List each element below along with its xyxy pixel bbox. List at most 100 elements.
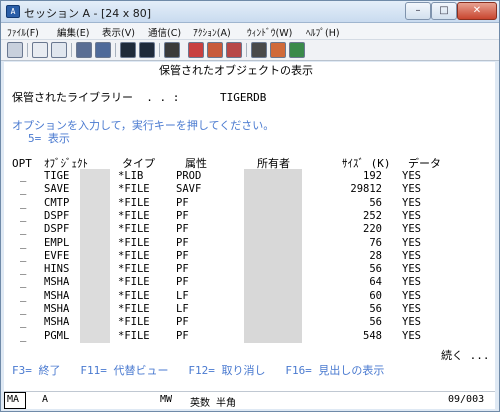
display-icon[interactable]: [120, 42, 136, 58]
menu-edit[interactable]: 編集(E): [57, 25, 89, 39]
row-attribute: PF: [176, 276, 189, 289]
row-type: *FILE: [118, 183, 150, 196]
row-object: EVFE: [44, 249, 70, 262]
toolbar-separator: [115, 43, 116, 57]
paste-icon[interactable]: [51, 42, 67, 58]
window-title: セッション A - [24 x 80]: [24, 7, 152, 20]
row-data: YES: [402, 236, 421, 249]
row-attribute: LF: [176, 289, 189, 302]
row-opt-field[interactable]: _: [20, 303, 26, 316]
row-opt-field[interactable]: _: [20, 210, 26, 223]
status-cursor: 09/003: [448, 394, 485, 405]
row-opt-field[interactable]: _: [20, 290, 26, 303]
row-opt-field[interactable]: _: [20, 330, 26, 343]
print-screen-icon[interactable]: [7, 42, 23, 58]
macro-play-icon[interactable]: [207, 42, 223, 58]
row-attribute: PF: [176, 249, 189, 262]
macro-record-icon[interactable]: [164, 42, 180, 58]
title-bar: A セッション A - [24 x 80] – □ ✕: [1, 1, 499, 23]
row-size: 56: [369, 303, 382, 315]
row-opt-field[interactable]: _: [20, 263, 26, 276]
row-attribute: SAVF: [176, 183, 202, 196]
menu-bar: ﾌｧｲﾙ(F) 編集(E) 表示(V) 通信(C) ｱｸｼｮﾝ(A) ｳｨﾝﾄﾞ…: [1, 23, 499, 40]
send-icon[interactable]: [76, 42, 92, 58]
maximize-button[interactable]: □: [431, 2, 457, 20]
toolbar-separator: [71, 43, 72, 57]
row-opt-field[interactable]: _: [20, 237, 26, 250]
row-attribute: PF: [176, 263, 189, 276]
row-attribute: PF: [176, 236, 189, 249]
row-data: YES: [402, 303, 421, 315]
row-type: *FILE: [118, 303, 150, 315]
col-opt: OPT: [12, 157, 32, 170]
emulator-window: A セッション A - [24 x 80] – □ ✕ ﾌｧｲﾙ(F) 編集(E…: [0, 0, 500, 412]
row-size: 56: [369, 316, 382, 329]
customize-icon[interactable]: [251, 42, 267, 58]
row-data: YES: [402, 209, 421, 222]
row-attribute: LF: [176, 303, 189, 315]
option-legend: 5= 表示: [28, 132, 70, 145]
terminal-icon[interactable]: A: [6, 5, 20, 18]
menu-window[interactable]: ｳｨﾝﾄﾞｳ(W): [247, 25, 292, 39]
row-object: MSHA: [44, 316, 70, 329]
row-object: MSHA: [44, 289, 70, 302]
col-attribute: 属性: [185, 157, 207, 170]
status-session: A: [42, 394, 49, 405]
status-input-mode: 英数 半角: [190, 398, 237, 409]
menu-action[interactable]: ｱｸｼｮﾝ(A): [193, 25, 231, 39]
menu-view[interactable]: 表示(V): [102, 25, 135, 39]
minimize-button[interactable]: –: [405, 2, 431, 20]
redaction-object: [80, 169, 110, 343]
menu-file[interactable]: ﾌｧｲﾙ(F): [7, 25, 39, 39]
row-opt-field[interactable]: _: [20, 197, 26, 210]
row-type: *FILE: [118, 249, 150, 262]
screen-title: 保管されたオブジェクトの表示: [159, 64, 313, 77]
menu-help[interactable]: ﾍﾙﾌﾟ(H): [306, 25, 340, 39]
copy-icon[interactable]: [32, 42, 48, 58]
col-size: ｻｲｽﾞ (K): [342, 157, 391, 170]
row-size: 192: [363, 170, 382, 182]
row-attribute: PF: [176, 196, 189, 209]
row-size: 64: [369, 276, 382, 289]
row-type: *FILE: [118, 289, 150, 302]
color-icon[interactable]: [226, 42, 242, 58]
terminal-screen[interactable]: 保管されたオブジェクトの表示 保管されたライブラリー . . : TIGERDB…: [4, 62, 495, 391]
row-opt-field[interactable]: _: [20, 276, 26, 289]
menu-comm[interactable]: 通信(C): [148, 25, 181, 39]
row-type: *FILE: [118, 316, 150, 329]
row-data: YES: [402, 329, 421, 342]
help-icon[interactable]: [289, 42, 305, 58]
row-opt-field[interactable]: _: [20, 170, 26, 183]
row-size: 60: [369, 289, 382, 302]
row-opt-field[interactable]: _: [20, 223, 26, 236]
row-opt-field[interactable]: _: [20, 183, 26, 196]
row-type: *FILE: [118, 329, 150, 342]
row-opt-field[interactable]: _: [20, 250, 26, 263]
row-size: 252: [363, 209, 382, 222]
row-size: 28: [369, 249, 382, 262]
row-attribute: PF: [176, 223, 189, 236]
row-size: 56: [369, 196, 382, 209]
status-bar: MA A MW 英数 半角 09/003: [4, 391, 495, 409]
row-size: 56: [369, 263, 382, 276]
toolbar-separator: [159, 43, 160, 57]
macro-stop-icon[interactable]: [188, 42, 204, 58]
row-type: *FILE: [118, 196, 150, 209]
row-attribute: PF: [176, 316, 189, 329]
row-object: MSHA: [44, 276, 70, 289]
row-object: PGML: [44, 329, 70, 342]
close-button[interactable]: ✕: [457, 2, 497, 20]
row-attribute: PROD: [176, 170, 202, 182]
row-data: YES: [402, 249, 421, 262]
col-type: タイプ: [122, 157, 155, 170]
row-attribute: PF: [176, 329, 189, 342]
function-keys[interactable]: F3= 終了 F11= 代替ビュー F12= 取り消し F16= 見出しの表示: [12, 364, 384, 377]
keypad-icon[interactable]: [139, 42, 155, 58]
receive-icon[interactable]: [95, 42, 111, 58]
map-icon[interactable]: [270, 42, 286, 58]
row-size: 76: [369, 236, 382, 249]
row-type: *FILE: [118, 276, 150, 289]
row-object: EMPL: [44, 236, 70, 249]
row-opt-field[interactable]: _: [20, 316, 26, 329]
toolbar: [1, 40, 499, 61]
